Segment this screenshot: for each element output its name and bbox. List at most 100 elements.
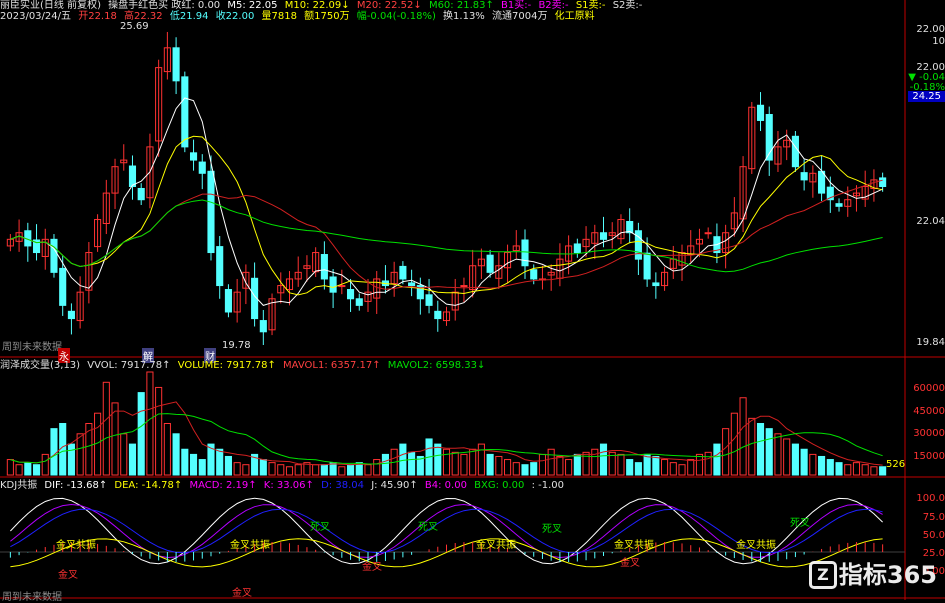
volume-bar [224, 455, 232, 476]
volume-bar [809, 453, 817, 476]
signal-golden-resonance-5: 金叉共振 [736, 540, 776, 551]
volume-bar [198, 459, 206, 476]
stock-chart[interactable] [0, 0, 945, 600]
future-data-label-1: 周到未来数据 [2, 342, 62, 353]
candle-body [425, 294, 433, 306]
volume-bar [15, 464, 23, 476]
candle-body [486, 254, 494, 273]
axis-low: 19.84 [916, 337, 945, 348]
candle-body [216, 246, 224, 287]
volume-bar [312, 464, 320, 476]
volume-bar [6, 459, 14, 476]
axis-top: 22.00 [916, 24, 945, 35]
volume-bar [442, 448, 451, 476]
signal-golden-cross-1: 金叉 [58, 570, 78, 581]
volume-bar [573, 453, 581, 476]
volume-bar [50, 428, 58, 476]
candle-body [338, 285, 346, 288]
s2-value: S2卖:- [612, 0, 643, 11]
volume-bar [704, 451, 712, 476]
volume-bar [338, 466, 346, 476]
volume-bar [783, 438, 791, 476]
volume-panel-title[interactable]: 润泽成交量(3,13) [0, 360, 80, 371]
watermark-logo: Z 指标365 [808, 555, 937, 590]
volume-bar [791, 443, 799, 476]
kdj-tick-1: 100.0 [916, 493, 945, 504]
volume-bar [163, 423, 171, 476]
volume-bar [591, 448, 599, 476]
vol-tick-3: 30000 [913, 428, 945, 439]
close-value: 收22.00 [215, 11, 255, 22]
signal-golden-resonance-4: 金叉共振 [614, 540, 654, 551]
candle-body [59, 267, 67, 306]
sector-value: 化工原料 [554, 11, 595, 22]
watermark-text: 指标365 [838, 561, 937, 589]
volume-bar [748, 417, 756, 476]
kdj-panel-title[interactable]: KDJ共振 [0, 480, 37, 491]
volume-bar [756, 423, 765, 476]
candle-body [50, 238, 58, 273]
volume-panel-header: 润泽成交量(3,13) VVOL: 7917.78↑ VOLUME: 7917.… [0, 360, 489, 372]
b4-value: B4: 0.00 [424, 480, 467, 491]
candle-body [573, 243, 581, 254]
macd-value: MACD: 2.19↑ [189, 480, 257, 491]
amount-value: 额1750万 [304, 11, 350, 22]
volume-bar [451, 451, 459, 476]
volume-bar [268, 462, 276, 476]
candle-body [181, 76, 189, 148]
volume-bar [826, 459, 834, 476]
volume-bar [547, 448, 555, 476]
volume-bar [565, 459, 573, 476]
candle-body [643, 252, 651, 280]
candle-body [329, 276, 337, 293]
signal-golden-resonance-1: 金叉共振 [56, 540, 96, 551]
volume-bar [861, 464, 869, 476]
volume-bar [521, 464, 529, 476]
open-value: 开22.18 [78, 11, 117, 22]
volume-bar [870, 466, 878, 476]
volume-bar [285, 466, 294, 476]
volume-bar [434, 443, 442, 476]
volume-bar [364, 464, 372, 476]
low-value: 低21.94 [169, 11, 209, 22]
d-value: D: 38.04 [321, 480, 364, 491]
candle-body [521, 239, 529, 267]
signal-dead-cross-1: 死叉 [310, 522, 330, 533]
dif-value: DIF: -13.68↑ [44, 480, 108, 491]
volume-bar [102, 381, 110, 476]
volume-bar [739, 397, 747, 476]
candle-body [756, 104, 765, 121]
candle-body [835, 203, 843, 207]
volume-bar [687, 459, 695, 476]
volume-bar [294, 464, 302, 476]
volume-bar [661, 459, 669, 476]
indicator-label[interactable]: 操盘手红色买 政红: 0.00 [108, 0, 220, 11]
volume-bar [67, 443, 75, 476]
volume-bar [346, 464, 355, 476]
candle-body [67, 310, 75, 320]
future-data-label-2: 周到未来数据 [2, 592, 62, 603]
stock-title[interactable]: 丽臣实业(日线 前复权) [0, 0, 101, 11]
volume-bar [634, 462, 642, 476]
volume-bar [617, 453, 625, 476]
candle-body [137, 187, 145, 201]
candle-body [800, 172, 808, 181]
change-value: 幅-0.04(-0.18%) [356, 11, 436, 22]
volume-bar [530, 462, 538, 476]
volume-bar [504, 459, 512, 476]
ma60-line [10, 199, 883, 273]
volume-bar [486, 453, 494, 476]
volume-bar [678, 464, 686, 476]
vol-tick-1: 60000 [913, 383, 945, 394]
vol-tick-4: 15000 [913, 451, 945, 462]
signal-dead-cross-4: 死叉 [790, 518, 810, 529]
volume-bar [155, 386, 163, 476]
candle-body [791, 135, 799, 168]
volume-bar [800, 448, 808, 476]
volume-value: VOLUME: 7917.78↑ [177, 360, 276, 371]
volume-bar [852, 462, 861, 476]
candle-body [346, 289, 355, 300]
j-value: J: 45.90↑ [371, 480, 418, 491]
candle-body [198, 161, 206, 174]
candle-body [652, 282, 660, 287]
